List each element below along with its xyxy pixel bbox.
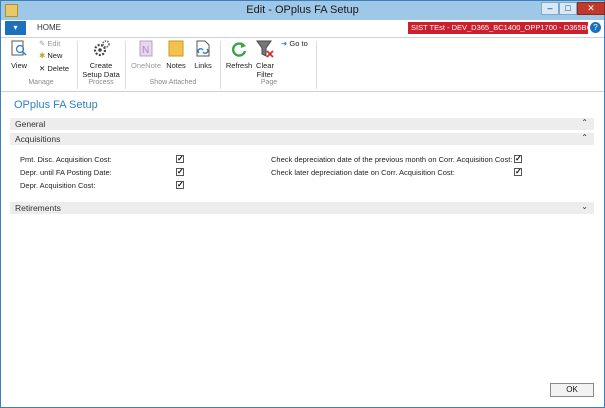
- file-menu-button[interactable]: ▾: [5, 21, 26, 35]
- links-button[interactable]: Links: [191, 39, 215, 70]
- group-label-show-attached: Show Attached: [149, 79, 197, 86]
- section-acquisitions-label: Acquisitions: [15, 134, 61, 144]
- links-label: Links: [194, 61, 212, 70]
- notes-label: Notes: [166, 61, 186, 70]
- delete-icon: ✕: [39, 64, 46, 73]
- view-icon: [11, 40, 27, 56]
- close-button[interactable]: ✕: [577, 2, 605, 15]
- title-bar: Edit - OPplus FA Setup – □ ✕: [1, 1, 605, 20]
- maximize-button[interactable]: □: [559, 2, 577, 15]
- check-later-depr-date-label: Check later depreciation date on Corr. A…: [271, 168, 455, 177]
- new-icon: ✱: [39, 51, 46, 60]
- goto-button[interactable]: ➜ Go to: [281, 39, 308, 49]
- links-icon: [196, 40, 210, 57]
- tab-home[interactable]: HOME: [31, 22, 67, 33]
- clear-filter-icon: [256, 40, 274, 58]
- group-separator: [316, 41, 317, 89]
- ribbon: View ✎ Edit ✱ New ✕ Delete Manage Create…: [1, 38, 604, 92]
- svg-text:N: N: [142, 45, 149, 56]
- view-label: View: [10, 61, 28, 70]
- create-setup-data-label-line1: Create: [89, 61, 113, 70]
- onenote-button[interactable]: N OneNote: [129, 39, 163, 70]
- chevron-down-icon: ⌄: [581, 202, 588, 211]
- refresh-label: Refresh: [225, 61, 253, 70]
- window-title: Edit - OPplus FA Setup: [246, 4, 359, 16]
- help-icon[interactable]: ?: [590, 22, 601, 33]
- new-label: New: [47, 51, 63, 60]
- goto-label: Go to: [289, 39, 308, 48]
- check-later-depr-date-checkbox[interactable]: ✓: [514, 168, 522, 176]
- edit-label: Edit: [47, 39, 61, 48]
- arrow-right-icon: ➜: [281, 39, 288, 48]
- edit-button[interactable]: ✎ Edit: [39, 39, 60, 49]
- app-window: Edit - OPplus FA Setup – □ ✕ ▾ HOME SIST…: [0, 0, 605, 408]
- notes-button[interactable]: Notes: [164, 39, 188, 70]
- group-separator: [125, 41, 126, 89]
- check-prev-month-depr-date-checkbox[interactable]: ✓: [514, 155, 522, 163]
- minimize-button[interactable]: –: [541, 2, 559, 15]
- page-title: OPplus FA Setup: [14, 99, 98, 111]
- section-acquisitions-header[interactable]: Acquisitions ⌃: [10, 133, 594, 145]
- depr-until-fa-posting-date-checkbox[interactable]: ✓: [176, 168, 184, 176]
- group-label-process: Process: [88, 79, 114, 86]
- delete-label: Delete: [47, 64, 70, 73]
- depr-until-fa-posting-date-label: Depr. until FA Posting Date:: [20, 168, 112, 177]
- gears-icon: [93, 40, 110, 57]
- section-retirements-label: Retirements: [15, 203, 61, 213]
- notes-icon: [168, 40, 184, 57]
- view-button[interactable]: View: [9, 39, 29, 70]
- chevron-up-icon: ⌃: [581, 133, 588, 142]
- onenote-icon: N: [139, 40, 153, 57]
- chevron-up-icon: ⌃: [581, 118, 588, 127]
- depr-acquisition-cost-checkbox[interactable]: ✓: [176, 181, 184, 189]
- create-setup-data-label-line2: Setup Data: [82, 70, 120, 79]
- clear-filter-label-line1: Clear: [256, 61, 274, 70]
- new-button[interactable]: ✱ New: [39, 51, 62, 61]
- pmt-disc-acquisition-cost-label: Pmt. Disc. Acquisition Cost:: [20, 155, 112, 164]
- section-general-label: General: [15, 119, 46, 129]
- group-separator: [220, 41, 221, 89]
- check-prev-month-depr-date-label: Check depreciation date of the previous …: [271, 155, 513, 164]
- section-retirements-header[interactable]: Retirements ⌄: [10, 202, 594, 214]
- environment-badge: SIST TEst - DEV_D365_BC1400_OPP1700 - D3…: [408, 22, 588, 34]
- group-label-page: Page: [260, 79, 278, 86]
- ribbon-tab-bar: ▾ HOME SIST TEst - DEV_D365_BC1400_OPP17…: [1, 20, 604, 38]
- create-setup-data-button[interactable]: Create Setup Data: [81, 39, 121, 79]
- depr-acquisition-cost-label: Depr. Acquisition Cost:: [20, 181, 96, 190]
- ok-button[interactable]: OK: [550, 383, 594, 397]
- pencil-icon: ✎: [39, 39, 46, 48]
- refresh-button[interactable]: Refresh: [225, 39, 253, 70]
- clear-filter-button[interactable]: Clear Filter: [254, 39, 276, 79]
- section-general-header[interactable]: General ⌃: [10, 118, 594, 130]
- onenote-label: OneNote: [130, 61, 162, 70]
- pmt-disc-acquisition-cost-checkbox[interactable]: ✓: [176, 155, 184, 163]
- group-separator: [77, 41, 78, 89]
- delete-button[interactable]: ✕ Delete: [39, 64, 69, 74]
- clear-filter-label-line2: Filter: [256, 70, 274, 79]
- group-label-manage: Manage: [28, 79, 54, 86]
- refresh-icon: [232, 42, 247, 57]
